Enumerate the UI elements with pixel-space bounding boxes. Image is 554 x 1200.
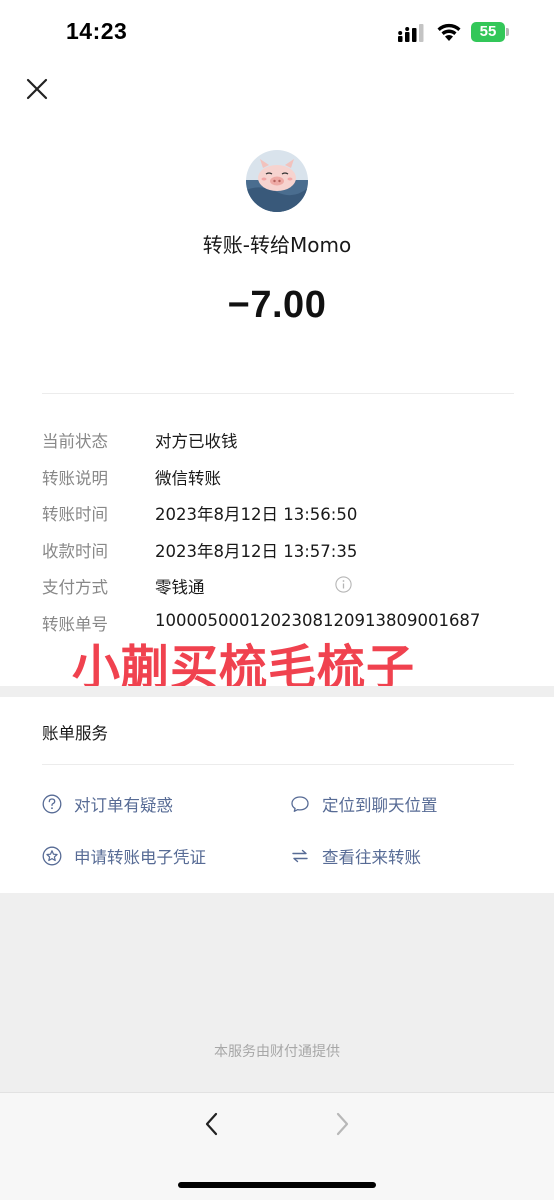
forward-arrow-icon[interactable] bbox=[330, 1110, 354, 1138]
detail-label: 转账说明 bbox=[42, 468, 108, 488]
view-transfers-link[interactable]: 查看往来转账 bbox=[290, 844, 421, 868]
divider bbox=[42, 764, 514, 765]
footer-text: 本服务由财付通提供 bbox=[214, 1044, 340, 1060]
detail-label: 转账时间 bbox=[42, 505, 108, 525]
back-arrow-icon[interactable] bbox=[200, 1110, 224, 1138]
apply-certificate-label: 申请转账电子凭证 bbox=[74, 848, 206, 867]
detail-row-transfer-time: 转账时间 2023年8月12日 13:56:50 bbox=[42, 501, 522, 538]
transfer-amount: −7.00 bbox=[227, 284, 327, 326]
view-transfers-label: 查看往来转账 bbox=[322, 848, 421, 867]
apply-certificate-link[interactable]: 申请转账电子凭证 bbox=[42, 844, 206, 868]
detail-row-payment-method: 支付方式 零钱通 bbox=[42, 574, 522, 611]
detail-value: 微信转账 bbox=[155, 468, 221, 488]
order-question-label: 对订单有疑惑 bbox=[74, 796, 173, 815]
status-time: 14:23 bbox=[66, 18, 128, 44]
avatar bbox=[246, 150, 308, 212]
detail-row-note: 转账说明 微信转账 bbox=[42, 465, 522, 502]
detail-label: 当前状态 bbox=[42, 432, 108, 451]
bottom-area bbox=[0, 893, 554, 1092]
detail-value: 2023年8月12日 13:57:35 bbox=[155, 541, 358, 561]
detail-value: 零钱通 bbox=[155, 574, 365, 598]
status-bar: 14:23 55 bbox=[0, 0, 554, 66]
detail-row-status: 当前状态 对方已收钱 bbox=[42, 428, 522, 465]
battery-icon: 55 bbox=[471, 22, 505, 42]
info-icon[interactable] bbox=[335, 576, 352, 594]
payment-method-text: 零钱通 bbox=[155, 578, 205, 598]
detail-label: 支付方式 bbox=[42, 578, 108, 598]
locate-chat-label: 定位到聊天位置 bbox=[322, 796, 438, 815]
detail-value: 对方已收钱 bbox=[155, 432, 238, 451]
star-badge-icon bbox=[42, 846, 62, 866]
wifi-icon bbox=[437, 23, 461, 41]
detail-value: 2023年8月12日 13:56:50 bbox=[155, 505, 358, 525]
home-indicator bbox=[178, 1182, 376, 1188]
order-question-link[interactable]: 对订单有疑惑 bbox=[42, 792, 173, 816]
section-separator bbox=[0, 686, 554, 697]
detail-row-receive-time: 收款时间 2023年8月12日 13:57:35 bbox=[42, 538, 522, 575]
detail-list: 当前状态 对方已收钱 转账说明 微信转账 转账时间 2023年8月12日 13:… bbox=[42, 428, 522, 648]
divider bbox=[42, 393, 514, 394]
signal-icon bbox=[398, 24, 424, 42]
transfer-title: 转账-转给Momo bbox=[202, 233, 352, 257]
question-circle-icon bbox=[42, 794, 62, 814]
detail-label: 收款时间 bbox=[42, 541, 108, 561]
close-icon[interactable] bbox=[24, 76, 50, 102]
battery-tip bbox=[506, 28, 509, 36]
pig-avatar-icon bbox=[246, 150, 308, 212]
chat-bubble-icon bbox=[291, 796, 309, 812]
services-title: 账单服务 bbox=[42, 724, 108, 743]
locate-chat-link[interactable]: 定位到聊天位置 bbox=[290, 792, 438, 816]
exchange-arrows-icon bbox=[292, 849, 308, 863]
transfer-detail-page: 14:23 55 转账-转给Momo −7.00 当前状态 对方已收钱 转账说明… bbox=[0, 0, 554, 1200]
